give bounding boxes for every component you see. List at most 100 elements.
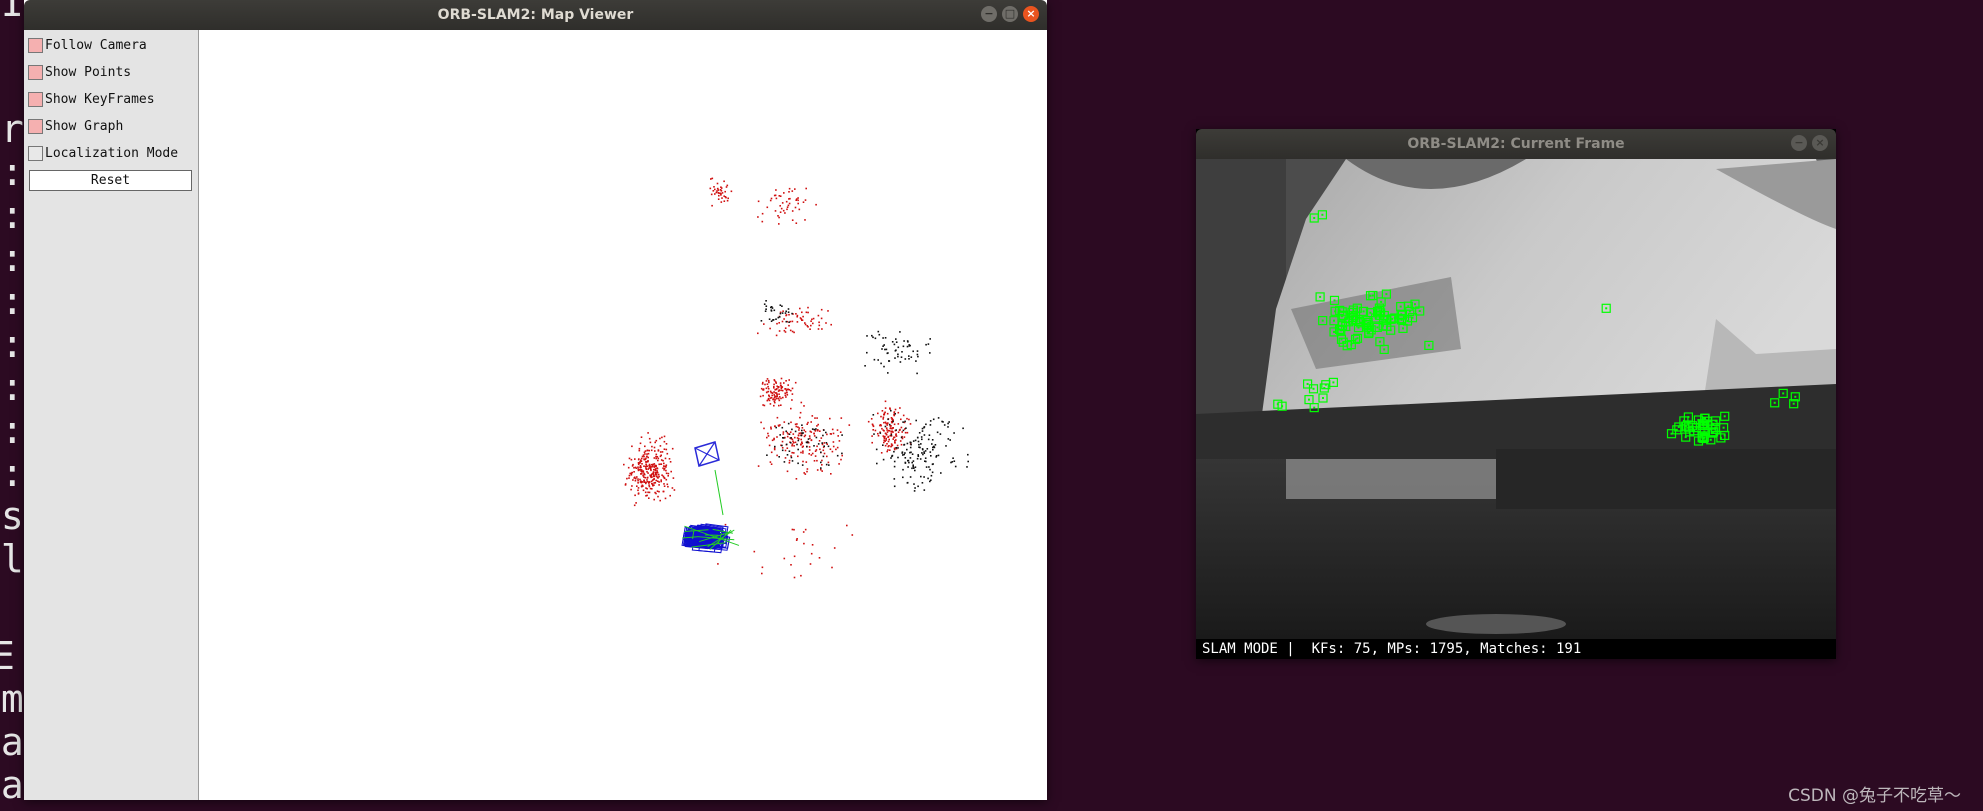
feature-point (1773, 401, 1776, 404)
map-point (662, 475, 665, 478)
map-point (771, 392, 774, 394)
feature-point (1380, 300, 1383, 303)
map-point (642, 454, 645, 456)
map-point (894, 350, 897, 352)
map-point (881, 348, 883, 350)
map-point (948, 421, 950, 423)
map-point (639, 478, 641, 481)
map-point (887, 449, 889, 451)
show-graph-option[interactable]: Show Graph (28, 116, 123, 136)
map-point (637, 463, 640, 466)
map-point (893, 436, 895, 439)
map-point (770, 428, 772, 430)
map-point (780, 404, 782, 406)
map-point (902, 468, 904, 471)
map-3d-view[interactable] (199, 30, 1047, 800)
map-point (929, 420, 932, 422)
terminal-line: ca (0, 720, 24, 764)
map-point (801, 464, 804, 466)
map-point (769, 461, 772, 463)
map-point (904, 457, 907, 459)
map-point (881, 410, 884, 412)
map-point (904, 461, 907, 464)
map-point (757, 216, 759, 218)
map-point (635, 477, 637, 480)
map-point (653, 498, 655, 501)
close-button[interactable]: × (1812, 135, 1828, 151)
map-point (717, 191, 719, 194)
map-point (829, 417, 831, 420)
map-point (663, 485, 666, 487)
show-keyframes-option[interactable]: Show KeyFrames (28, 89, 155, 109)
map-point (947, 422, 949, 425)
map-point (886, 450, 888, 453)
close-button[interactable]: × (1023, 6, 1039, 22)
localization-mode-checkbox[interactable] (28, 145, 43, 161)
map-point (890, 457, 892, 459)
map-point (768, 399, 771, 402)
map-point (787, 388, 790, 391)
follow-camera-option[interactable]: Follow Camera (28, 35, 147, 55)
map-point (644, 450, 647, 452)
feature-point (1385, 293, 1388, 296)
map-point (807, 441, 809, 443)
map-point (636, 476, 638, 478)
map-point (656, 490, 659, 492)
follow-camera-checkbox[interactable] (28, 37, 43, 53)
map-point (654, 482, 657, 484)
map-point (644, 465, 647, 468)
map-point (727, 197, 729, 200)
show-keyframes-checkbox[interactable] (28, 91, 43, 107)
minimize-button[interactable]: − (981, 6, 997, 22)
map-point (656, 470, 658, 472)
show-graph-checkbox[interactable] (28, 118, 43, 134)
map-point (666, 452, 669, 455)
map-viewer-titlebar[interactable]: ORB-SLAM2: Map Viewer − □ × (24, 0, 1047, 30)
map-point (832, 441, 835, 443)
map-point (907, 459, 909, 462)
map-point (811, 544, 814, 546)
map-point (897, 346, 900, 349)
map-point (799, 307, 801, 310)
map-point (829, 448, 832, 450)
map-point (793, 528, 795, 531)
map-point (798, 208, 801, 211)
map-point (763, 427, 765, 430)
map-point (652, 472, 654, 475)
map-point (929, 480, 931, 483)
map-point (649, 487, 652, 490)
localization-mode-option[interactable]: Localization Mode (28, 143, 178, 163)
current-frame-titlebar[interactable]: ORB-SLAM2: Current Frame − × (1196, 129, 1836, 159)
map-point (633, 471, 635, 473)
map-point (711, 204, 713, 207)
map-point (791, 320, 794, 323)
map-point (793, 331, 795, 334)
map-point (646, 476, 649, 479)
map-point (634, 494, 636, 497)
map-point (917, 485, 919, 488)
feature-point (1368, 331, 1370, 334)
map-point (712, 190, 715, 192)
map-point (800, 401, 803, 404)
map-point (872, 336, 874, 339)
map-point (908, 355, 910, 357)
map-point (637, 458, 640, 461)
feature-point (1712, 430, 1715, 433)
reset-button[interactable]: Reset (29, 170, 192, 191)
map-point (813, 432, 815, 435)
map-point (663, 483, 665, 485)
show-points-checkbox[interactable] (28, 64, 43, 80)
map-point (839, 431, 842, 433)
map-point (646, 455, 648, 458)
maximize-button[interactable]: □ (1002, 6, 1018, 22)
map-point (897, 353, 899, 356)
map-point (880, 415, 882, 418)
map-point (967, 453, 969, 456)
map-point (817, 429, 819, 431)
minimize-button[interactable]: − (1791, 135, 1807, 151)
map-point (796, 443, 798, 446)
show-points-option[interactable]: Show Points (28, 62, 131, 82)
feature-point (1333, 319, 1335, 322)
map-point (904, 431, 907, 434)
map-point (791, 219, 794, 221)
